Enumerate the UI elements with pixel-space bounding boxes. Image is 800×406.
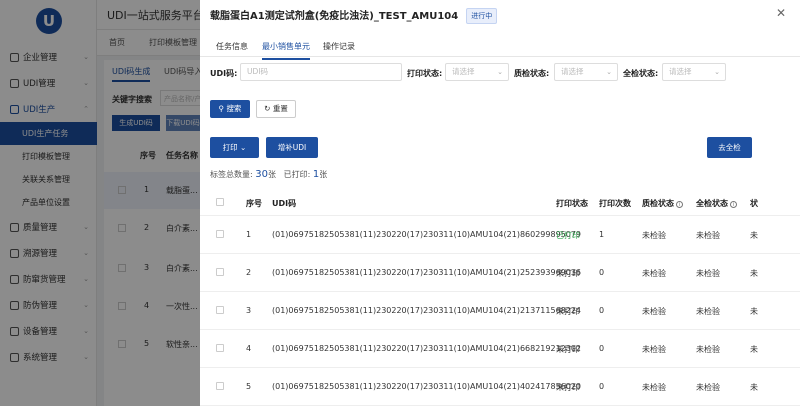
full-check-status-select[interactable]: 请选择 ⌄ (662, 63, 726, 81)
print-count: 0 (599, 306, 605, 315)
add-udi-button[interactable]: 增补UDI (266, 137, 318, 158)
drawer-tabs: 任务信息 最小销售单元 操作记录 (200, 37, 800, 60)
udi-filter-label: UDI码: (210, 69, 238, 78)
udi-code: (01)06975182505381(11)230220(17)230311(1… (272, 230, 582, 239)
print-status-select[interactable]: 请选择 ⌄ (445, 63, 509, 81)
tab-min-sales-unit[interactable]: 最小销售单元 (262, 41, 310, 60)
col-index: 序号 (246, 199, 262, 208)
table-row[interactable]: 2 (01)06975182505381(11)230220(17)230311… (200, 254, 800, 292)
label-counts: 标签总数量: 30张 已打印: 1张 (210, 169, 328, 180)
close-icon[interactable]: ✕ (776, 6, 786, 20)
task-detail-drawer: 载脂蛋白A1测定试剂盒(免疫比浊法)_TEST_AMU104 进行中 ✕ 任务信息… (200, 0, 800, 406)
quality-status-label: 质检状态: (514, 69, 550, 78)
chevron-down-icon: ⌄ (240, 143, 247, 152)
chevron-down-icon: ⌄ (606, 68, 612, 76)
udi-code: (01)06975182505381(11)230220(17)230311(1… (272, 344, 582, 353)
col-udi: UDI码 (272, 199, 297, 208)
udi-code: (01)06975182505381(11)230220(17)230311(1… (272, 306, 582, 315)
info-icon[interactable]: i (730, 201, 737, 208)
status: 未 (750, 383, 758, 392)
print-count: 0 (599, 268, 605, 277)
print-count: 0 (599, 382, 605, 391)
table-row[interactable]: 5 (01)06975182505381(11)230220(17)230311… (200, 368, 800, 406)
print-status: 未打印 (556, 307, 580, 316)
full-check-status: 未检验 (696, 345, 720, 354)
full-check-status: 未检验 (696, 307, 720, 316)
chevron-down-icon: ⌄ (497, 68, 503, 76)
table-row[interactable]: 4 (01)06975182505381(11)230220(17)230311… (200, 330, 800, 368)
reset-button[interactable]: ↻ 重置 (256, 100, 296, 118)
status: 未 (750, 231, 758, 240)
udi-code: (01)06975182505381(11)230220(17)230311(1… (272, 268, 582, 277)
col-full-check-status: 全检状态 i (696, 198, 737, 209)
drawer-title: 载脂蛋白A1测定试剂盒(免疫比浊法)_TEST_AMU104 进行中 (210, 7, 498, 24)
print-status: 未打印 (556, 345, 580, 354)
chevron-down-icon: ⌄ (714, 68, 720, 76)
select-all-checkbox[interactable] (216, 198, 224, 206)
row-checkbox[interactable] (216, 230, 224, 238)
full-check-status: 未检验 (696, 269, 720, 278)
print-count: 1 (599, 230, 605, 239)
udi-code: (01)06975182505381(11)230220(17)230311(1… (272, 382, 582, 391)
print-status: 未打印 (556, 269, 580, 278)
print-dropdown-button[interactable]: 打印 ⌄ (210, 137, 259, 158)
search-icon: ⚲ (218, 104, 225, 113)
info-icon[interactable]: i (676, 201, 683, 208)
quality-status: 未检验 (642, 307, 666, 316)
quality-status: 未检验 (642, 269, 666, 278)
full-check-status: 未检验 (696, 231, 720, 240)
status-badge: 进行中 (466, 8, 498, 24)
col-quality-status: 质检状态 i (642, 198, 683, 209)
col-print-status: 打印状态 (556, 199, 588, 208)
tab-operation-log[interactable]: 操作记录 (323, 41, 355, 58)
col-status: 状 (750, 199, 758, 208)
status: 未 (750, 269, 758, 278)
quality-status-select[interactable]: 请选择 ⌄ (554, 63, 618, 81)
print-status: 已打印 (556, 231, 580, 240)
row-checkbox[interactable] (216, 382, 224, 390)
search-button[interactable]: ⚲ 搜索 (210, 100, 250, 118)
quality-status: 未检验 (642, 231, 666, 240)
refresh-icon: ↻ (264, 104, 271, 113)
full-check-button[interactable]: 去全检 (707, 137, 752, 158)
full-check-status-label: 全检状态: (623, 69, 659, 78)
quality-status: 未检验 (642, 345, 666, 354)
print-status: 未打印 (556, 383, 580, 392)
status: 未 (750, 307, 758, 316)
table-row[interactable]: 1 (01)06975182505381(11)230220(17)230311… (200, 216, 800, 254)
row-checkbox[interactable] (216, 344, 224, 352)
table-header: 序号 UDI码 打印状态 打印次数 质检状态 i 全检状态 i 状 (200, 188, 800, 216)
udi-filter-input[interactable]: UDI码 (240, 63, 402, 81)
row-checkbox[interactable] (216, 306, 224, 314)
total-count: 30 (255, 169, 268, 180)
print-count: 0 (599, 344, 605, 353)
print-status-label: 打印状态: (407, 69, 443, 78)
full-check-status: 未检验 (696, 383, 720, 392)
row-checkbox[interactable] (216, 268, 224, 276)
table-row[interactable]: 3 (01)06975182505381(11)230220(17)230311… (200, 292, 800, 330)
tab-task-info[interactable]: 任务信息 (216, 41, 248, 58)
quality-status: 未检验 (642, 383, 666, 392)
status: 未 (750, 345, 758, 354)
col-print-count: 打印次数 (599, 199, 631, 208)
